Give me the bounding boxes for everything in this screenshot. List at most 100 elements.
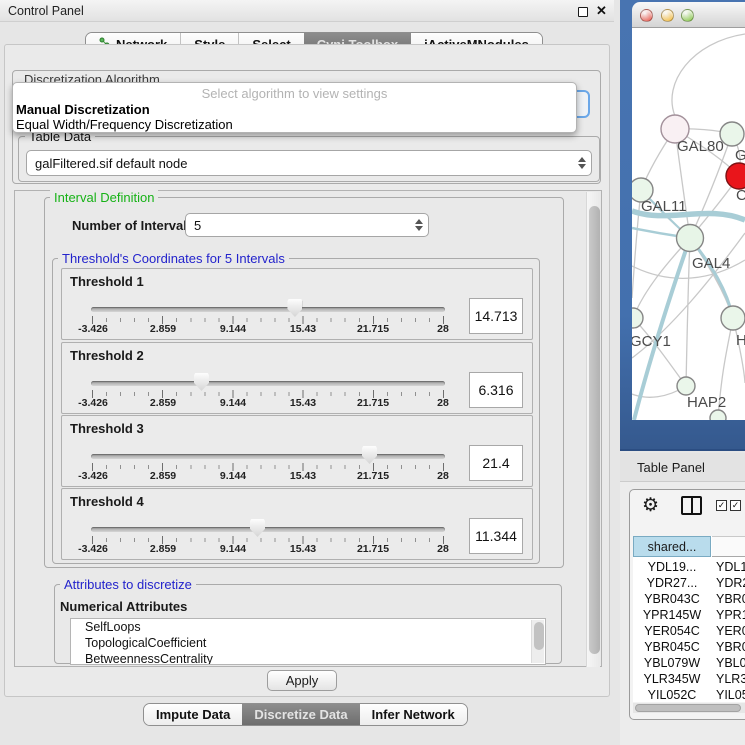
algorithm-dropdown-popup: Select algorithm to view settings Manual…: [12, 82, 577, 133]
control-panel-title: Control Panel: [8, 4, 84, 18]
threshold-4-slider-track[interactable]: [91, 527, 445, 532]
table-horizontal-scrollbar[interactable]: [633, 703, 745, 713]
list-scrollbar[interactable]: [531, 620, 544, 663]
cell: YBL079W: [633, 655, 711, 672]
combo-stepper-icon: [410, 219, 428, 231]
node-label-gal80[interactable]: GAL80: [677, 138, 724, 155]
table-row[interactable]: YBR043C YBR043C: [633, 591, 745, 608]
cell: YBR043C: [716, 591, 745, 608]
column-header-name[interactable]: name: [712, 536, 745, 557]
list-item[interactable]: BetweennessCentrality: [71, 651, 545, 665]
slider-axis-labels: -3.426 2.859 9.144 15.43 21.715 28: [63, 323, 503, 336]
cell: YIL052C: [633, 687, 711, 702]
tab-infer-network[interactable]: Infer Network: [360, 704, 467, 725]
zoom-traffic-light[interactable]: [681, 9, 694, 22]
threshold-1-label: Threshold 1: [70, 274, 144, 289]
checkbox-icon[interactable]: ✓: [730, 500, 741, 511]
checkbox-icon[interactable]: ✓: [716, 500, 727, 511]
close-icon[interactable]: ✕: [596, 3, 607, 19]
axis-tick-label: 9.144: [203, 470, 263, 482]
cell: YBR045C: [633, 639, 711, 656]
table-data-combobox[interactable]: galFiltered.sif default node: [26, 150, 592, 176]
node-label-gal11[interactable]: GAL11: [641, 198, 687, 215]
table-horizontal-scrollbar-thumb[interactable]: [635, 704, 741, 712]
thresholds-group-title: Threshold's Coordinates for 5 Intervals: [58, 251, 289, 266]
list-scrollbar-thumb[interactable]: [534, 622, 544, 650]
threshold-3-slider-track[interactable]: [91, 454, 445, 459]
axis-tick-label: 9.144: [203, 397, 263, 409]
vertical-scrollbar[interactable]: [586, 192, 600, 667]
algorithm-placeholder: Select algorithm to view settings: [13, 86, 576, 101]
menu-item-equal-width-frequency[interactable]: Equal Width/Frequency Discretization: [16, 117, 233, 132]
node-table[interactable]: shared... name YDL19...YDL19... YDR27...…: [633, 536, 745, 702]
float-window-icon[interactable]: [578, 7, 588, 17]
threshold-2-slider-handle[interactable]: [194, 373, 209, 391]
axis-tick-label: 21.715: [343, 323, 403, 335]
network-window-titlebar[interactable]: [632, 2, 745, 28]
node-label-gal4[interactable]: GAL4: [692, 255, 730, 272]
table-row[interactable]: YLR345WYLR345W: [633, 671, 745, 688]
table-data-value: galFiltered.sif default node: [27, 156, 573, 171]
number-of-intervals-combobox[interactable]: 5: [185, 213, 429, 237]
threshold-2-value-field[interactable]: 6.316: [469, 372, 523, 408]
node-label-gcy1[interactable]: GCY1: [632, 333, 671, 350]
cell: YBR043C: [633, 591, 711, 608]
column-layout-icon[interactable]: [681, 496, 702, 515]
column-header-shared-name[interactable]: shared...: [633, 536, 711, 557]
number-of-intervals-value: 5: [186, 218, 410, 233]
gear-icon[interactable]: ⚙: [642, 494, 659, 517]
menu-item-manual-discretization[interactable]: Manual Discretization: [16, 102, 150, 117]
list-item[interactable]: TopologicalCoefficient: [71, 635, 545, 651]
axis-tick-label: 2.859: [133, 543, 193, 555]
threshold-4-slider-handle[interactable]: [250, 519, 265, 537]
threshold-2-box: Threshold 2 -3.426 2.859 9.144 15.43 21.…: [61, 342, 533, 414]
node-label-cut-h[interactable]: H: [736, 332, 745, 349]
axis-tick-label: 15.43: [273, 543, 333, 555]
numerical-attributes-list[interactable]: SelfLoops TopologicalCoefficient Between…: [70, 618, 546, 665]
threshold-4-value-field[interactable]: 11.344: [469, 518, 523, 554]
table-row[interactable]: YDL19...YDL19...: [633, 559, 745, 576]
node-label-cut-top-right[interactable]: GA: [735, 147, 745, 164]
network-canvas[interactable]: GAL80 GA C GAL11 GAL4 GCY1 H HAP2: [632, 28, 745, 420]
threshold-3-value-field[interactable]: 21.4: [469, 445, 523, 481]
threshold-3-slider-handle[interactable]: [362, 446, 377, 464]
axis-tick-label: -3.426: [63, 323, 123, 335]
table-panel-title: Table Panel: [637, 460, 705, 475]
table-row[interactable]: YIL052C YIL052C: [633, 687, 745, 702]
node-label-hap2[interactable]: HAP2: [687, 394, 726, 411]
threshold-1-value-field[interactable]: 14.713: [469, 298, 523, 334]
cell: YIL052C: [716, 687, 745, 702]
tab-impute-data[interactable]: Impute Data: [144, 704, 242, 725]
threshold-3-label: Threshold 3: [70, 421, 144, 436]
screen: Control Panel ✕ Network Style Select Cyn…: [0, 0, 745, 745]
table-row[interactable]: YBL079WYBL079W: [633, 655, 745, 672]
tab-impute-data-label: Impute Data: [156, 707, 230, 722]
threshold-4-box: Threshold 4 -3.426 2.859 9.144 15.43 21.…: [61, 488, 533, 560]
combo-stepper-icon: [573, 157, 591, 169]
attributes-group-title: Attributes to discretize: [60, 577, 196, 592]
number-of-intervals-label: Number of Intervals: [72, 218, 194, 233]
table-row[interactable]: YER054CYER054C: [633, 623, 745, 640]
threshold-2-label: Threshold 2: [70, 348, 144, 363]
list-item[interactable]: SelfLoops: [71, 619, 545, 635]
cell: YLR345W: [716, 671, 745, 688]
tab-discretize-data[interactable]: Discretize Data: [242, 704, 359, 725]
minimize-traffic-light[interactable]: [661, 9, 674, 22]
table-row[interactable]: YPR145WYPR145W: [633, 607, 745, 624]
close-traffic-light[interactable]: [640, 9, 653, 22]
axis-tick-label: 28: [413, 543, 473, 555]
cell: YDL19...: [633, 559, 711, 576]
interval-definition-title: Interval Definition: [50, 190, 158, 205]
threshold-4-label: Threshold 4: [70, 494, 144, 509]
vertical-scrollbar-thumb[interactable]: [589, 206, 600, 654]
node-label-cut-red[interactable]: C: [736, 187, 745, 204]
threshold-1-slider-handle[interactable]: [287, 299, 302, 317]
table-row[interactable]: YDR27...YDR27...: [633, 575, 745, 592]
threshold-2-slider-track[interactable]: [91, 381, 445, 386]
slider-axis-labels: -3.426 2.859 9.144 15.43 21.715 28: [63, 543, 503, 556]
threshold-1-slider-track[interactable]: [91, 307, 445, 312]
cell: YER054C: [633, 623, 711, 640]
apply-button[interactable]: Apply: [267, 670, 337, 691]
table-row[interactable]: YBR045CYBR045C: [633, 639, 745, 656]
cell: YPR145W: [633, 607, 711, 624]
